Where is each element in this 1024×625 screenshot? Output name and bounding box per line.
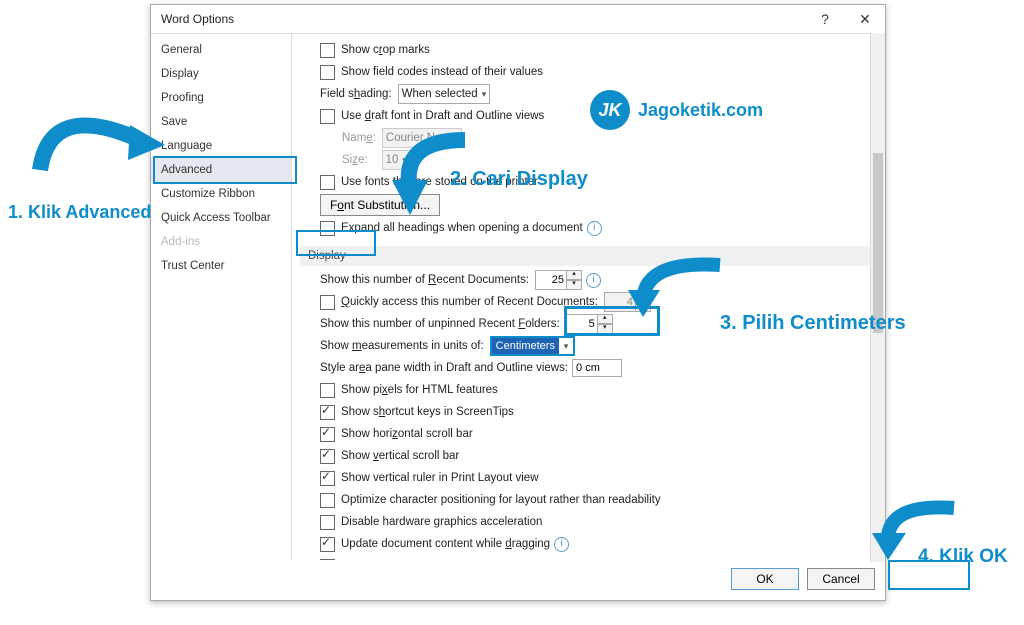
logo-text: Jagoketik.com: [638, 100, 763, 121]
dialog-button-row: OK Cancel: [731, 568, 875, 590]
label-crop-marks: Show crop marks: [341, 44, 430, 56]
annotation-arrow-1: [30, 90, 180, 190]
checkbox-vertical-ruler[interactable]: [320, 471, 335, 486]
checkbox-draft-font[interactable]: [320, 109, 335, 124]
input-style-pane-width[interactable]: [572, 359, 622, 377]
label-draft-font: Use draft font in Draft and Outline view…: [341, 110, 544, 122]
checkbox-field-codes[interactable]: [320, 65, 335, 80]
label-recent-folders: Show this number of unpinned Recent Fold…: [320, 318, 560, 330]
content-panel: Show crop marks Show field codes instead…: [292, 34, 885, 560]
sidebar-item-general[interactable]: General: [151, 38, 291, 62]
label-vertical-ruler: Show vertical ruler in Print Layout view: [341, 472, 539, 484]
label-horizontal-scrollbar: Show horizontal scroll bar: [341, 428, 473, 440]
sidebar-item-display[interactable]: Display: [151, 62, 291, 86]
annotation-text-1: 1. Klik Advanced: [8, 202, 151, 223]
checkbox-printer-fonts[interactable]: [320, 175, 335, 190]
checkbox-expand-headings[interactable]: [320, 221, 335, 236]
checkbox-horizontal-scrollbar[interactable]: [320, 427, 335, 442]
logo-badge: JK: [590, 90, 630, 130]
watermark-logo: JK Jagoketik.com: [590, 90, 763, 130]
annotation-arrow-3: [625, 255, 735, 325]
label-font-size: Size:: [342, 154, 368, 166]
close-button[interactable]: ✕: [845, 5, 885, 33]
checkbox-shortcut-keys[interactable]: [320, 405, 335, 420]
label-disable-hw: Disable hardware graphics acceleration: [341, 516, 542, 528]
checkbox-update-drag[interactable]: [320, 537, 335, 552]
vertical-scrollbar[interactable]: [870, 33, 885, 562]
checkbox-disable-hw[interactable]: [320, 515, 335, 530]
sidebar-item-addins[interactable]: Add-ins: [151, 230, 291, 254]
checkbox-pixels-html[interactable]: [320, 383, 335, 398]
label-update-drag: Update document content while dragging: [341, 538, 550, 550]
spinner-recent-docs[interactable]: ▴▾: [535, 270, 582, 290]
word-options-dialog: Word Options ? ✕ General Display Proofin…: [150, 4, 886, 601]
label-shortcut-keys: Show shortcut keys in ScreenTips: [341, 406, 514, 418]
cancel-button[interactable]: Cancel: [807, 568, 875, 590]
title-bar: Word Options ? ✕: [151, 5, 885, 34]
label-style-pane: Style area pane width in Draft and Outli…: [320, 362, 568, 374]
info-icon[interactable]: i: [554, 537, 569, 552]
dropdown-measurements[interactable]: Centimeters▾: [490, 336, 575, 356]
label-optimize-char: Optimize character positioning for layou…: [341, 494, 661, 506]
annotation-arrow-2: [370, 130, 480, 220]
checkbox-optimize-char[interactable]: [320, 493, 335, 508]
section-header-display: Display: [300, 246, 873, 266]
checkbox-crop-marks[interactable]: [320, 43, 335, 58]
spinner-recent-folders[interactable]: ▴▾: [566, 314, 613, 334]
dropdown-field-shading[interactable]: When selected▾: [398, 84, 491, 104]
label-measurements: Show measurements in units of:: [320, 340, 484, 352]
label-field-shading: Field shading:: [320, 88, 392, 100]
annotation-text-3: 3. Pilih Centimeters: [720, 312, 906, 335]
checkbox-subpixel[interactable]: [320, 559, 335, 561]
info-icon[interactable]: i: [587, 221, 602, 236]
sidebar-item-quick-access-toolbar[interactable]: Quick Access Toolbar: [151, 206, 291, 230]
ok-button[interactable]: OK: [731, 568, 799, 590]
dialog-title: Word Options: [161, 5, 234, 33]
help-button[interactable]: ?: [805, 5, 845, 33]
label-quick-recent: Quickly access this number of Recent Doc…: [341, 296, 598, 308]
sidebar-item-trust-center[interactable]: Trust Center: [151, 254, 291, 278]
checkbox-vertical-scrollbar[interactable]: [320, 449, 335, 464]
label-expand-headings: Expand all headings when opening a docum…: [341, 222, 583, 234]
checkbox-quick-recent[interactable]: [320, 295, 335, 310]
label-pixels-html: Show pixels for HTML features: [341, 384, 498, 396]
annotation-arrow-4: [866, 500, 966, 565]
label-field-codes: Show field codes instead of their values: [341, 66, 543, 78]
label-vertical-scrollbar: Show vertical scroll bar: [341, 450, 459, 462]
label-recent-docs: Show this number of Recent Documents:: [320, 274, 529, 286]
info-icon[interactable]: i: [586, 273, 601, 288]
